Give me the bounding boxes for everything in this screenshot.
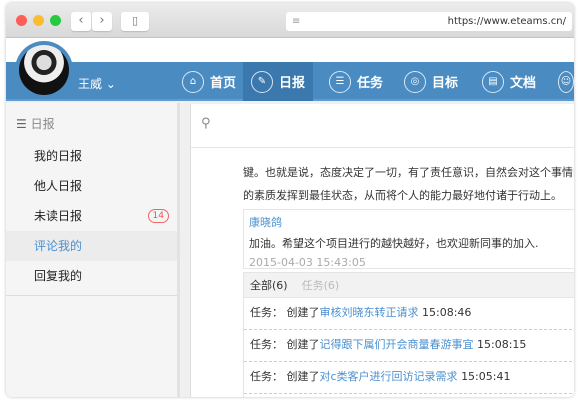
comment-text: 加油。希望这个项目进行的越快越好，也欢迎新同事的加入. xyxy=(249,237,539,250)
main-content: ⚲ 键。也就是说，态度决定了一切，有了责任意识，自然会对这个事情的始末 的素质发… xyxy=(190,104,574,397)
browser-titlebar: ‹ › ▯ ≡ https://www.eteams.cn/ xyxy=(6,3,574,38)
sidebar-toggle-icon[interactable]: ▯ xyxy=(121,12,149,31)
header-band xyxy=(6,38,574,62)
unread-badge: 14 xyxy=(147,209,169,223)
feed-tab-all[interactable]: 全部(6) xyxy=(250,279,288,292)
sidebar-title: ☰ 日报 xyxy=(16,115,55,132)
comment-author[interactable]: 康晓鸽 xyxy=(249,214,574,230)
feed-prefix: 任务： 创建了 xyxy=(250,306,320,319)
feed-time: 15:08:46 xyxy=(422,306,472,319)
activity-feed: 全部(6) 任务(6) 任务： 创建了审核刘晓东转正请求 15:08:46 任务：… xyxy=(243,272,574,397)
feed-prefix: 任务： 创建了 xyxy=(250,370,320,383)
tab-tasks[interactable]: ☰ 任务 xyxy=(321,62,391,101)
sidebar-item-comments-me[interactable]: 评论我的 xyxy=(6,231,177,261)
sidebar-item-my-daily[interactable]: 我的日报 xyxy=(6,141,177,171)
user-icon: ☺ xyxy=(558,70,574,93)
sidebar-item-replies-me[interactable]: 回复我的 xyxy=(6,261,177,291)
avatar[interactable] xyxy=(15,41,73,99)
task-link[interactable]: 记得跟下属们开会商量春游事宜 xyxy=(320,338,474,351)
edit-icon: ✎ xyxy=(251,70,273,93)
sidebar-item-label: 未读日报 xyxy=(34,209,83,223)
tab-label: 文档 xyxy=(510,76,537,91)
report-text-line: 的素质发挥到最佳状态，从而将个人的能力最好地付诸于行动上。 xyxy=(243,189,562,202)
forward-button[interactable]: › xyxy=(92,12,112,31)
task-link[interactable]: 审核刘晓东转正请求 xyxy=(320,306,419,319)
reader-icon: ≡ xyxy=(292,16,301,27)
comment: 康晓鸽 加油。希望这个项目进行的越快越好，也欢迎新同事的加入. 2015-04-… xyxy=(243,209,574,269)
url-text: https://www.eteams.cn/ xyxy=(447,16,566,27)
back-button[interactable]: ‹ xyxy=(71,12,91,31)
tab-label: 目标 xyxy=(432,76,459,91)
sidebar-title-text: 日报 xyxy=(30,117,55,131)
tab-label: 日报 xyxy=(279,76,306,91)
comment-time: 2015-04-03 15:43:05 xyxy=(249,256,366,269)
sidebar-item-unread[interactable]: 未读日报 14 xyxy=(6,201,177,231)
document-icon: ▤ xyxy=(482,70,504,93)
feed-item: 任务： 创建了审核刘晓东转正请求 15:08:46 xyxy=(244,298,574,330)
feed-time: 15:05:41 xyxy=(461,370,511,383)
search-input[interactable]: ⚲ xyxy=(191,104,574,148)
feed-item: 任务： 创建了记得跟下属们开会商量春游事宜 15:08:15 xyxy=(244,330,574,362)
user-menu[interactable]: 王威 ⌄ xyxy=(78,75,116,92)
feed-prefix: 任务： 创建了 xyxy=(250,338,320,351)
search-icon: ⚲ xyxy=(201,116,211,131)
minimize-icon[interactable] xyxy=(33,15,44,26)
feed-time: 15:08:15 xyxy=(477,338,527,351)
list-icon: ☰ xyxy=(16,117,27,131)
task-link[interactable]: 对c类客户进行回访记录需求 xyxy=(320,370,458,383)
feed-tab-tasks[interactable]: 任务(6) xyxy=(302,279,340,292)
home-icon: ⌂ xyxy=(182,70,204,93)
list-icon: ☰ xyxy=(329,70,351,93)
browser-window: ‹ › ▯ ≡ https://www.eteams.cn/ 王威 ⌄ ⌂ 首页 ✎… xyxy=(6,3,574,397)
tab-label: 任务 xyxy=(357,76,384,91)
feed-item: 任务： 创建了对c类客户进行回访记录需求 15:05:41 xyxy=(244,362,574,394)
tab-docs[interactable]: ▤ 文档 xyxy=(474,62,544,101)
tab-contacts[interactable]: ☺ xyxy=(550,62,574,101)
sidebar-item-others-daily[interactable]: 他人日报 xyxy=(6,171,177,201)
maximize-icon[interactable] xyxy=(50,15,61,26)
tab-goals[interactable]: ◎ 目标 xyxy=(396,62,466,101)
close-icon[interactable] xyxy=(16,15,27,26)
tab-label: 首页 xyxy=(210,76,237,91)
url-bar[interactable]: ≡ https://www.eteams.cn/ xyxy=(286,12,572,31)
divider xyxy=(6,295,177,296)
tab-home[interactable]: ⌂ 首页 xyxy=(174,62,243,101)
sidebar: ☰ 日报 我的日报 他人日报 未读日报 14 评论我的 回复我的 xyxy=(6,103,180,397)
tab-daily[interactable]: ✎ 日报 xyxy=(243,62,313,101)
report-text-line: 键。也就是说，态度决定了一切，有了责任意识，自然会对这个事情的始末 xyxy=(243,166,574,179)
target-icon: ◎ xyxy=(404,70,426,93)
